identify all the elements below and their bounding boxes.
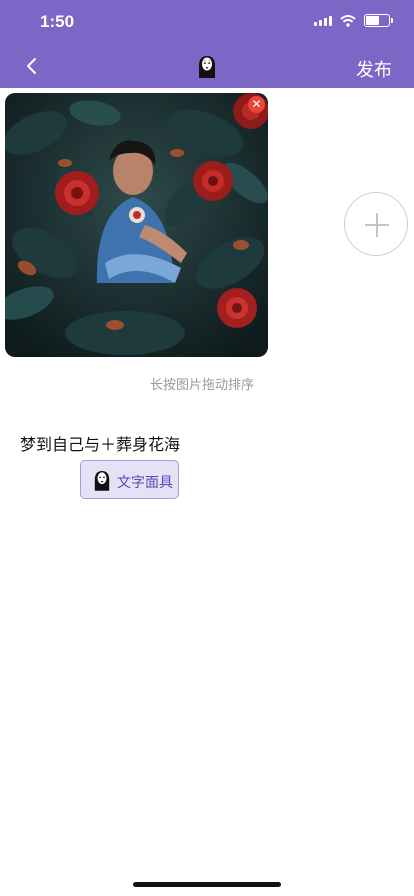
publish-button[interactable]: 发布 — [356, 56, 392, 82]
top-nav-bar: 1:50 发布 — [0, 0, 414, 88]
post-text[interactable]: 梦到自己与＋葬身花海 — [20, 431, 180, 455]
no-face-mask-icon — [199, 56, 215, 78]
battery-level — [366, 16, 380, 25]
home-indicator — [133, 882, 281, 887]
mask-tag-button[interactable]: 文字面具 — [80, 460, 179, 499]
add-photo-button[interactable] — [344, 192, 408, 256]
battery-icon — [364, 14, 393, 27]
status-time: 1:50 — [40, 12, 75, 31]
wifi-icon — [340, 14, 356, 27]
post-photo[interactable] — [5, 93, 268, 357]
mask-tag-label: 文字面具 — [117, 475, 173, 491]
chevron-left-icon — [27, 58, 36, 74]
no-face-mask-icon — [94, 471, 110, 491]
signal-icon — [314, 15, 332, 26]
close-icon: ✕ — [251, 97, 262, 111]
back-button[interactable] — [20, 52, 44, 80]
drag-sort-hint: 长按图片拖动排序 — [150, 378, 255, 393]
photo-content — [5, 93, 268, 357]
remove-photo-button[interactable]: ✕ — [248, 96, 265, 113]
status-icons — [314, 14, 393, 27]
